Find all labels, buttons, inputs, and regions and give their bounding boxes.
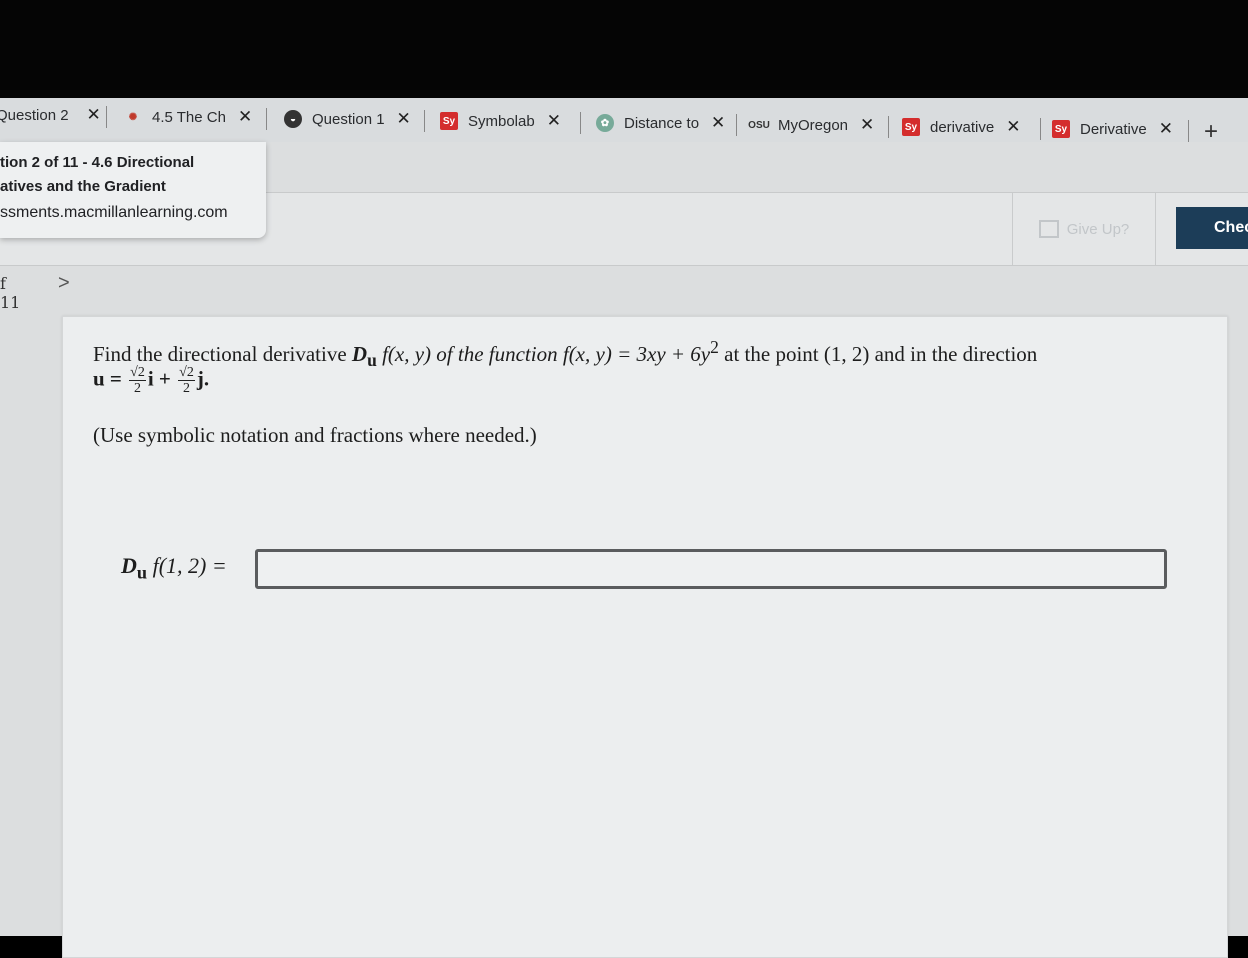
tab-title: 4.5 The Ch	[152, 108, 226, 126]
symbolab-icon: Sy	[902, 118, 920, 136]
circle-icon: ◒	[284, 110, 302, 128]
tab-title: Symbolab	[468, 112, 535, 130]
osu-icon: OSU	[748, 119, 770, 131]
tab-distance[interactable]: ✿ Distance to ✕	[596, 106, 725, 140]
question-text: Find the directional derivative Du f(x, …	[93, 337, 1038, 371]
tab-question-1[interactable]: ◒ Question 1 ✕	[284, 102, 411, 136]
check-label: Chec	[1214, 219, 1248, 236]
direction-vector: u = √2 2 i + √2 2 j.	[93, 365, 210, 396]
question-card: Find the directional derivative Du f(x, …	[62, 316, 1228, 958]
tab-hover-tooltip: tion 2 of 11 - 4.6 Directional atives an…	[0, 142, 266, 238]
close-icon[interactable]: ✕	[397, 109, 411, 129]
tooltip-url: ssments.macmillanlearning.com	[0, 204, 228, 221]
tooltip-title-line2: atives and the Gradient	[0, 178, 166, 195]
tab-title: MyOregon	[778, 116, 849, 134]
page-content: Give Up? Chec tion 2 of 11 - 4.6 Directi…	[0, 142, 1248, 958]
close-icon[interactable]: ✕	[238, 107, 252, 127]
instructions-note: (Use symbolic notation and fractions whe…	[93, 423, 537, 447]
close-icon[interactable]: ✕	[860, 115, 874, 135]
browser-tab-strip: Question 2 ✕ ✺ 4.5 The Ch ✕ ◒ Question 1…	[0, 98, 1248, 142]
tab-derivative[interactable]: Sy derivative ✕	[902, 110, 1020, 144]
answer-input[interactable]	[255, 549, 1167, 589]
tab-4-5[interactable]: ✺ 4.5 The Ch ✕	[124, 100, 252, 134]
tab-title: Question 1	[312, 110, 385, 128]
next-question-button[interactable]: >	[58, 272, 70, 295]
close-icon[interactable]: ✕	[87, 105, 101, 125]
give-up-button[interactable]: Give Up?	[1012, 193, 1156, 265]
tab-question-2[interactable]: Question 2 ✕	[0, 98, 101, 132]
question-count: f 11	[0, 274, 21, 312]
tab-title: Question 2	[0, 106, 69, 124]
gear-icon: ✺	[128, 111, 138, 123]
tab-title: Derivative	[1080, 120, 1147, 138]
tab-myoregon[interactable]: OSU MyOregon ✕	[748, 108, 874, 142]
chatgpt-icon: ✿	[596, 114, 614, 132]
tab-title: Distance to	[624, 114, 700, 132]
screen-bezel	[0, 0, 1248, 100]
check-answer-button[interactable]: Chec	[1176, 207, 1248, 249]
symbolab-icon: Sy	[1052, 120, 1070, 138]
symbolab-icon: Sy	[440, 112, 458, 130]
close-icon[interactable]: ✕	[547, 111, 561, 131]
answer-label: Du f(1, 2) =	[121, 553, 227, 583]
tooltip-title-line1: tion 2 of 11 - 4.6 Directional	[0, 154, 195, 171]
give-up-icon	[1038, 220, 1059, 238]
tab-title: derivative	[930, 118, 995, 136]
tab-symbolab[interactable]: Sy Symbolab ✕	[440, 104, 561, 138]
give-up-label: Give Up?	[1066, 220, 1130, 238]
close-icon[interactable]: ✕	[1006, 117, 1020, 137]
fraction: √2 2	[178, 365, 195, 396]
close-icon[interactable]: ✕	[1159, 119, 1173, 139]
close-icon[interactable]: ✕	[711, 113, 725, 133]
tab-derivative-2[interactable]: Sy Derivative ✕	[1052, 112, 1173, 146]
fraction: √2 2	[129, 365, 146, 396]
